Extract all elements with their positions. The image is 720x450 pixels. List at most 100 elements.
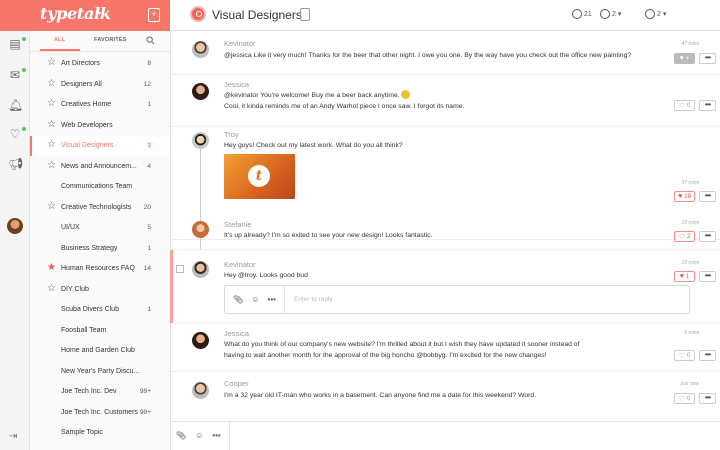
chevron-down-icon[interactable]: ▾ (98, 10, 101, 17)
sidebar-item[interactable]: New Year's Party Discu... (30, 362, 170, 382)
tab-all[interactable]: ALL (54, 37, 65, 43)
sidebar-item[interactable]: Joe Tech Inc. Dev 99+ (30, 382, 170, 402)
sidebar-item-label: New Year's Party Discu... (61, 367, 140, 375)
message-author[interactable]: Cooper (224, 379, 249, 388)
star-icon[interactable]: ☆ (47, 201, 56, 212)
select-checkbox[interactable] (176, 265, 184, 273)
sidebar-item[interactable]: ☆ Visual Designers 3 (30, 136, 170, 156)
unread-count: 99+ (139, 408, 151, 416)
sidebar-item[interactable]: Sample Topic (30, 423, 170, 443)
unread-count: 1 (147, 244, 151, 252)
emoji-icon[interactable]: ☺ (251, 295, 259, 304)
sidebar-item[interactable]: ☆ Creatives Home 1 (30, 95, 170, 115)
star-icon[interactable]: ☆ (47, 99, 56, 109)
attachment-icon[interactable]: 📎︎ (176, 431, 186, 440)
time-button[interactable]: 2 ▾ (600, 9, 621, 19)
message-time: just now (680, 381, 699, 387)
message-author[interactable]: Jessica (224, 80, 249, 89)
reply-input[interactable]: Enter to reply (294, 296, 333, 303)
notif-count: 2 (657, 10, 661, 18)
logout-icon[interactable]: ⇥ (9, 431, 17, 442)
heart-icon[interactable]: ♡ (8, 127, 22, 141)
composer-tools: 📎︎ ☺ ••• (176, 431, 221, 440)
like-count: 0 (686, 102, 691, 109)
star-icon[interactable]: ☆ (47, 119, 56, 130)
grinning-emoji-icon (401, 90, 411, 99)
like-button[interactable]: ♥ 1 (674, 271, 695, 282)
sidebar-item[interactable]: Foosball Team (30, 321, 170, 341)
sidebar-item[interactable]: ★ Human Resources FAQ 14 (30, 259, 170, 279)
avatar[interactable] (192, 332, 209, 349)
sidebar-item[interactable]: Home and Garden Club (30, 341, 170, 361)
avatar[interactable] (192, 261, 209, 278)
mail-icon[interactable]: ✉ (8, 68, 22, 82)
star-icon[interactable]: ★ (47, 263, 56, 273)
sidebar-item[interactable]: ☆ News and Announcem... 4 (30, 157, 170, 177)
search-icon[interactable] (146, 36, 155, 45)
more-icon[interactable]: ••• (268, 295, 276, 304)
like-button[interactable]: ♡ 0 (674, 393, 695, 404)
sidebar-item[interactable]: Joe Tech Inc. Customers 99+ (30, 403, 170, 423)
message-author[interactable]: Jessica (224, 329, 249, 338)
attached-image[interactable]: t (224, 154, 295, 199)
like-button[interactable]: ♡ 0 (674, 350, 695, 361)
unread-count: 1 (147, 306, 151, 313)
message-author[interactable]: Kevinator (224, 39, 256, 48)
message-author[interactable]: Kevinator (224, 260, 256, 269)
avatar[interactable] (192, 41, 209, 58)
notification-button[interactable]: 2 ▾ (645, 9, 666, 19)
like-button[interactable]: ♥ 19 (674, 191, 695, 202)
avatar[interactable] (192, 83, 209, 100)
sidebar-item[interactable]: Communications Team (30, 177, 170, 197)
message-author[interactable]: Troy (224, 130, 239, 139)
sidebar-item[interactable]: Business Strategy 1 (30, 239, 170, 259)
more-button[interactable]: ••• (699, 393, 716, 404)
bell-icon[interactable]: 🔔︎ (8, 98, 23, 112)
sidebar-item[interactable]: ☆ Designers All 12 (30, 75, 170, 95)
sidebar-item[interactable]: Scuba Divers Club 1 (30, 300, 170, 320)
star-icon[interactable]: ☆ (47, 58, 56, 68)
members-button[interactable]: 21 (572, 9, 592, 19)
avatar[interactable] (192, 132, 209, 149)
more-button[interactable]: ••• (699, 100, 716, 111)
sidebar-item[interactable]: ☆ Art Directors 8 (30, 54, 170, 74)
star-icon[interactable]: ☆ (47, 78, 56, 89)
sidebar-item[interactable]: ☆ Web Developers (30, 116, 170, 136)
like-button[interactable]: ♡ 0 (674, 100, 695, 111)
compose-icon[interactable]: + (148, 8, 160, 22)
typetalk-logo-icon: t (248, 165, 270, 187)
topics-icon[interactable]: ▤ (8, 37, 22, 51)
sidebar-item-label: Designers All (61, 80, 102, 88)
more-button[interactable]: ••• (699, 350, 716, 361)
more-button[interactable]: ••• (699, 231, 716, 242)
emoji-icon[interactable]: ☺ (195, 431, 203, 440)
star-icon[interactable]: ☆ (47, 283, 56, 294)
message-author[interactable]: Stefanie (224, 220, 252, 229)
star-icon[interactable]: ☆ (47, 140, 56, 150)
more-button[interactable]: ••• (699, 271, 716, 282)
more-icon[interactable]: ••• (212, 431, 220, 440)
like-button[interactable]: ♡ 2 (674, 231, 695, 242)
avatar[interactable] (192, 221, 209, 238)
attachment-icon[interactable]: 📎︎ (233, 295, 243, 304)
more-button[interactable]: ••• (699, 53, 716, 64)
sidebar-item[interactable]: UI/UX 5 (30, 218, 170, 238)
more-button[interactable]: ••• (699, 191, 716, 202)
tab-favorites[interactable]: FAVORITES (94, 37, 127, 43)
avatar[interactable] (7, 218, 23, 234)
unread-dot (22, 68, 26, 72)
message-text: Hey @troy. Looks good bud (224, 272, 308, 279)
sidebar-item[interactable]: ☆ Creative Technologists 20 (30, 198, 170, 218)
topic-info-icon[interactable] (300, 8, 310, 21)
like-button[interactable]: ♥ + (674, 53, 695, 64)
sidebar-item-label: Creatives Home (61, 101, 112, 108)
sidebar-item[interactable]: ☆ DIY Club (30, 280, 170, 300)
like-count: 19 (684, 193, 691, 200)
avatar[interactable] (192, 382, 209, 399)
star-icon[interactable]: ☆ (47, 160, 56, 171)
unread-count: 8 (147, 60, 151, 67)
megaphone-icon[interactable]: 📢︎ (8, 157, 23, 171)
reply-box: 📎︎ ☺ ••• Enter to reply (224, 285, 690, 314)
reply-tools: 📎︎ ☺ ••• (225, 286, 285, 313)
chevron-down-icon: ▾ (662, 11, 667, 18)
